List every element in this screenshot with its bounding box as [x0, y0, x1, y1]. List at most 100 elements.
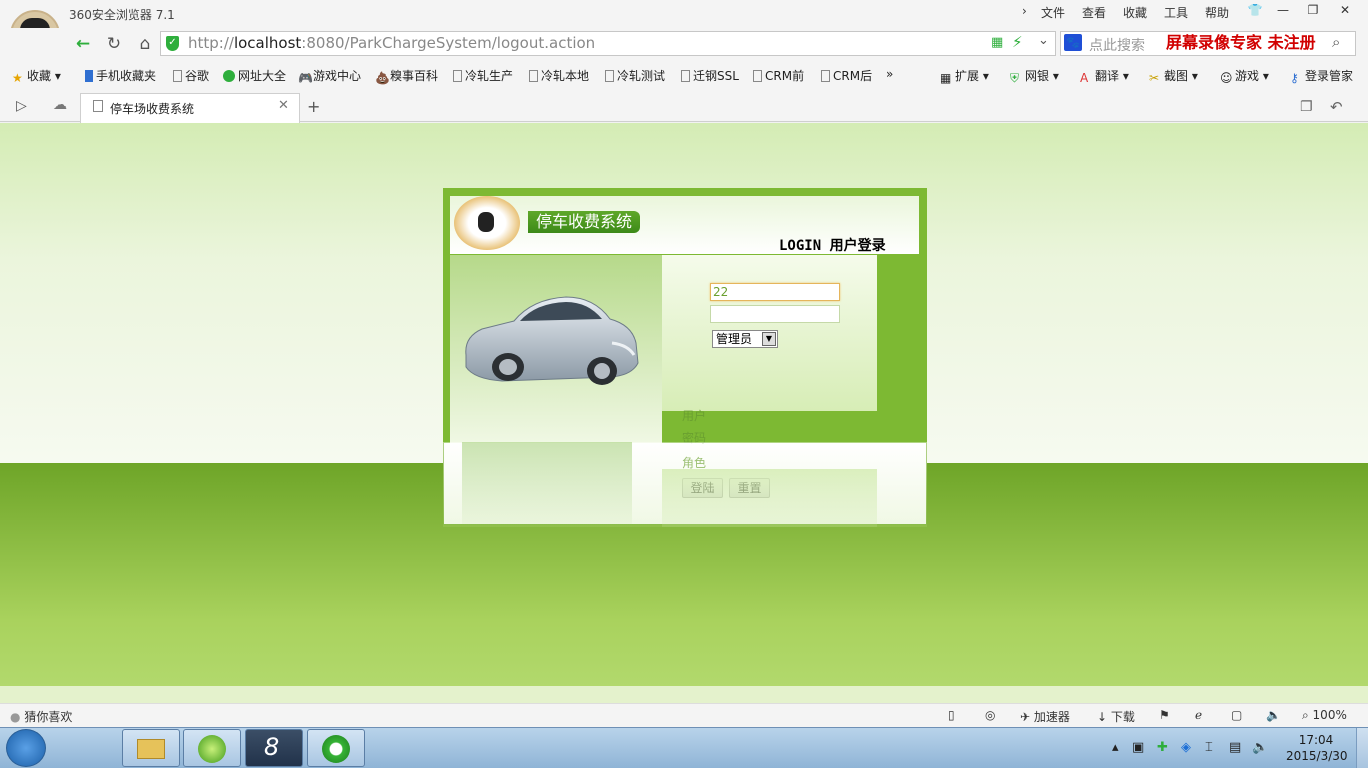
star-add-icon: ★: [12, 71, 23, 85]
scissors-icon: ✂: [1149, 71, 1160, 85]
search-placeholder[interactable]: 点此搜索: [1089, 35, 1145, 55]
ext-translate[interactable]: A 翻译 ▾: [1080, 67, 1129, 85]
ie-icon[interactable]: ℯ: [1195, 708, 1202, 722]
tab-list-icon[interactable]: ❐: [1300, 99, 1313, 115]
taskbar-explorer[interactable]: [122, 729, 180, 767]
search-engine-icon[interactable]: 🐾: [1064, 34, 1082, 51]
cloud-icon[interactable]: ☁: [53, 97, 67, 113]
login-title: LOGIN 用户登录: [779, 238, 886, 254]
mobile-icon[interactable]: ▯: [948, 708, 955, 722]
tray-security-icon[interactable]: ◈: [1181, 740, 1191, 755]
bookmarks-more-icon[interactable]: »: [886, 67, 893, 81]
tray-360-icon[interactable]: ✚: [1157, 740, 1168, 755]
car-image: [465, 296, 639, 385]
ext-games[interactable]: ☺ 游戏 ▾: [1220, 67, 1269, 85]
volume-icon[interactable]: 🔈: [1266, 708, 1281, 722]
page-icon: [821, 70, 830, 82]
grid-icon: ▦: [940, 71, 952, 85]
accelerator-button[interactable]: ✈ 加速器: [1020, 708, 1070, 725]
menu-tools[interactable]: 工具: [1164, 4, 1188, 21]
qiushi-icon: 💩: [375, 71, 390, 85]
page-icon: [529, 70, 538, 82]
bookmark-rolling-test[interactable]: 冷轧测试: [605, 67, 665, 84]
taskbar-360[interactable]: [183, 729, 241, 767]
taskbar-ie[interactable]: [307, 729, 365, 767]
window-icon[interactable]: ▢: [1231, 708, 1242, 722]
download-button[interactable]: ↓ 下载: [1097, 708, 1135, 725]
bookmark-crm-front[interactable]: CRM前: [753, 67, 804, 84]
tab-close-icon[interactable]: ✕: [278, 98, 289, 113]
url-text[interactable]: http://localhost:8080/ParkChargeSystem/l…: [188, 34, 595, 52]
menu-help[interactable]: 帮助: [1205, 4, 1229, 21]
search-icon[interactable]: ⌕: [1332, 33, 1340, 51]
clock-date: 2015/3/30: [1286, 749, 1348, 763]
user-label: 用户: [682, 409, 707, 423]
close-button[interactable]: ✕: [1330, 0, 1360, 20]
url-dropdown-icon[interactable]: ⌄: [1038, 33, 1049, 48]
clean-icon[interactable]: ◎: [985, 708, 995, 722]
ext-screenshot[interactable]: ✂ 截图 ▾: [1149, 67, 1198, 85]
site-icon: [223, 70, 235, 82]
tray-network-icon[interactable]: ▤: [1229, 740, 1241, 755]
bookmark-qiangang-ssl[interactable]: 迁钢SSL: [681, 67, 739, 84]
refresh-button[interactable]: ↻: [102, 33, 126, 55]
tray-usb-icon[interactable]: ⌶: [1205, 740, 1213, 755]
system-logo-icon: [454, 196, 520, 250]
tray-expand-icon[interactable]: ▴: [1112, 740, 1119, 755]
undo-close-icon[interactable]: ↶: [1330, 98, 1343, 116]
new-tab-button[interactable]: +: [307, 97, 320, 116]
ide-icon: 8: [264, 733, 280, 761]
bookmark-qiushi[interactable]: 💩糗事百科: [375, 67, 438, 85]
dropdown-arrow-icon[interactable]: ▼: [762, 332, 776, 346]
home-button[interactable]: ⌂: [133, 33, 157, 55]
role-select[interactable]: 管理员 ▼: [712, 330, 778, 348]
ext-login-manager[interactable]: ⚷ 登录管家: [1290, 67, 1353, 85]
ext-extensions[interactable]: ▦ 扩展 ▾: [940, 67, 989, 85]
security-shield-icon[interactable]: ✓: [166, 36, 179, 51]
tab-label[interactable]: 停车场收费系统: [110, 100, 194, 117]
minimize-button[interactable]: —: [1268, 0, 1298, 20]
speed-mode-icon[interactable]: ⚡: [1012, 33, 1023, 51]
bookmark-mobile[interactable]: 手机收藏夹: [85, 67, 156, 84]
bookmark-google[interactable]: 谷歌: [173, 67, 209, 84]
tray-app-icon[interactable]: ▣: [1132, 740, 1144, 755]
shield-icon: ⛨: [1010, 71, 1020, 85]
back-button[interactable]: ←: [71, 33, 95, 55]
app-title: 360安全浏览器 7.1: [69, 8, 175, 22]
password-input[interactable]: [710, 305, 840, 323]
bookmark-hao123[interactable]: 网址大全: [223, 67, 286, 84]
chevron-right-icon[interactable]: ›: [1022, 4, 1027, 18]
browser-icon: [198, 735, 226, 763]
zoom-control[interactable]: ⌕ 100%: [1302, 708, 1347, 723]
bookmark-rolling-prod[interactable]: 冷轧生产: [453, 67, 513, 84]
page-icon: [93, 100, 103, 112]
ie-browser-icon: [322, 735, 350, 763]
folder-icon: [137, 739, 165, 759]
menu-file[interactable]: 文件: [1041, 4, 1065, 21]
recorder-watermark: 屏幕录像专家 未注册: [1166, 33, 1316, 52]
clock[interactable]: 17:04 2015/3/30: [1286, 732, 1348, 764]
sidebar-toggle-icon[interactable]: ▷: [16, 98, 27, 114]
system-name: 停车收费系统: [528, 211, 641, 233]
taskbar-eclipse[interactable]: 8: [245, 729, 303, 767]
bookmark-rolling-local[interactable]: 冷轧本地: [529, 67, 589, 84]
flag-icon[interactable]: ⚑: [1159, 708, 1170, 722]
bookmark-crm-back[interactable]: CRM后: [821, 67, 872, 84]
menu-favorites[interactable]: 收藏: [1123, 4, 1147, 21]
show-desktop-button[interactable]: [1356, 728, 1368, 768]
page-icon: [173, 70, 182, 82]
recommend-link[interactable]: ● 猜你喜欢: [10, 708, 72, 725]
role-select-value[interactable]: 管理员: [716, 332, 752, 346]
bookmark-games[interactable]: 🎮游戏中心: [298, 67, 361, 85]
qr-code-icon[interactable]: ▦: [991, 35, 1003, 50]
username-input[interactable]: 22: [710, 283, 840, 301]
ext-bank[interactable]: ⛨ 网银 ▾: [1010, 67, 1059, 85]
maximize-button[interactable]: ❐: [1298, 0, 1328, 20]
menu-view[interactable]: 查看: [1082, 4, 1106, 21]
clock-time: 17:04: [1298, 733, 1334, 747]
dot-icon: ●: [10, 710, 21, 724]
start-button[interactable]: [6, 729, 46, 767]
skin-icon[interactable]: 👕: [1240, 0, 1270, 20]
tray-volume-icon[interactable]: 🔈: [1252, 740, 1268, 755]
bookmark-favorites[interactable]: ★ 收藏 ▾: [12, 67, 61, 85]
